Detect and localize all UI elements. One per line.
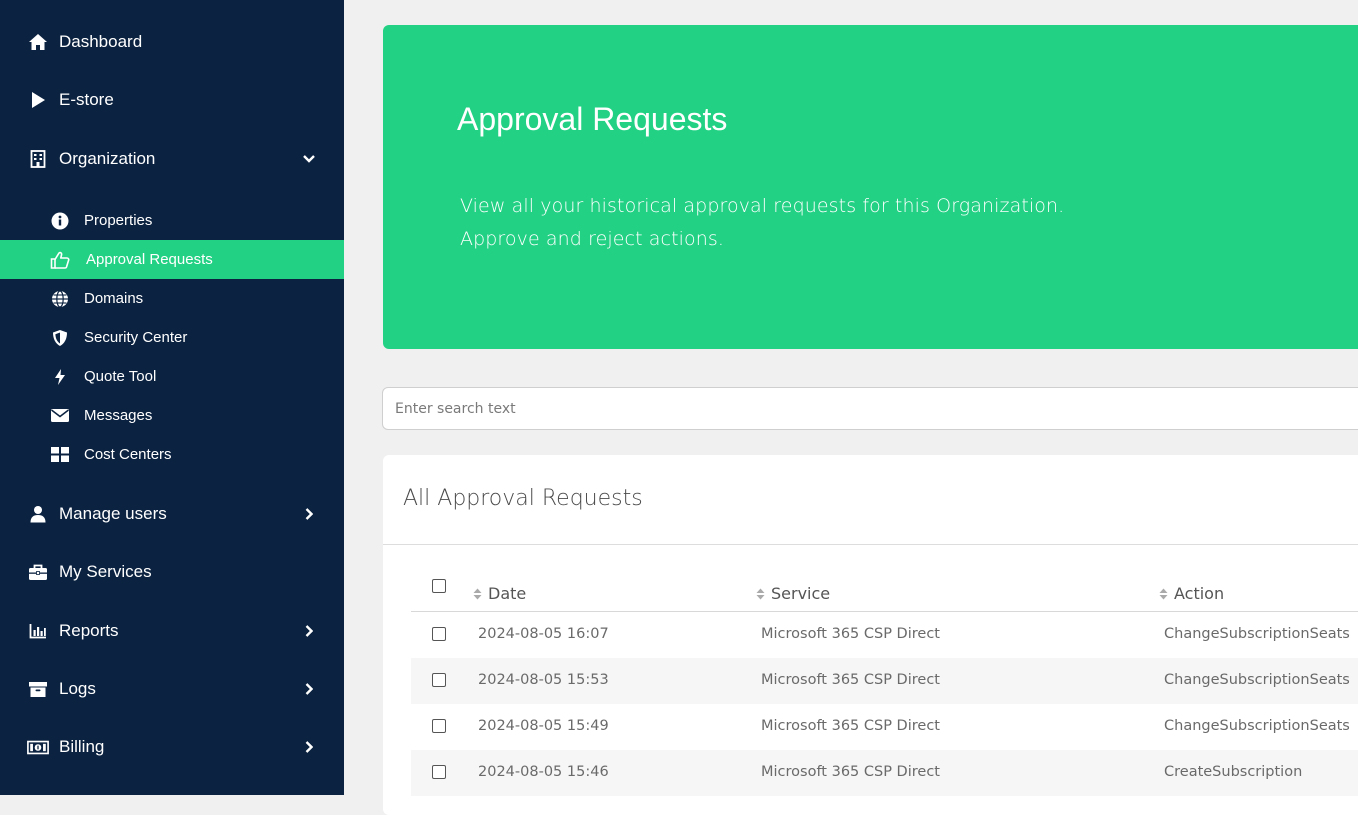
banner-description-line-1: View all your historical approval reques… [460, 195, 1065, 217]
row-checkbox[interactable] [432, 765, 446, 779]
cell-date: 2024-08-05 15:53 [478, 672, 609, 688]
sidebar-item-label: Reports [59, 621, 119, 640]
sidebar-item-estore[interactable]: E-store [0, 80, 344, 120]
select-all-checkbox[interactable] [432, 579, 446, 593]
cell-service: Microsoft 365 CSP Direct [761, 626, 940, 642]
cell-action: CreateSubscription [1164, 764, 1303, 780]
sidebar-item-organization[interactable]: Organization [0, 139, 344, 179]
card-divider [383, 544, 1358, 545]
cell-service: Microsoft 365 CSP Direct [761, 764, 940, 780]
money-icon [27, 736, 49, 758]
chevron-right-icon [302, 740, 316, 754]
table-row[interactable]: 2024-08-05 15:49 Microsoft 365 CSP Direc… [411, 704, 1358, 750]
sidebar-subitem-label: Security Center [84, 329, 188, 346]
sidebar: Dashboard E-store Organization Propertie… [0, 0, 344, 795]
bar-chart-icon [27, 620, 49, 642]
sidebar-subitem-label: Messages [84, 407, 153, 424]
sidebar-item-logs[interactable]: Logs [0, 669, 344, 709]
search-input[interactable] [393, 388, 1353, 429]
column-header-label: Action [1174, 584, 1225, 603]
sidebar-subitem-security-center[interactable]: Security Center [0, 318, 344, 357]
grid-icon [49, 444, 71, 466]
shield-icon [49, 327, 71, 349]
cell-date: 2024-08-05 15:49 [478, 718, 609, 734]
sidebar-subitem-approval-requests[interactable]: Approval Requests [0, 240, 344, 279]
sidebar-subitem-label: Approval Requests [86, 251, 213, 268]
table-row[interactable]: 2024-08-05 15:53 Microsoft 365 CSP Direc… [411, 658, 1358, 704]
play-icon [27, 89, 49, 111]
sort-icon [473, 588, 482, 599]
sidebar-item-reports[interactable]: Reports [0, 611, 344, 651]
building-icon [27, 148, 49, 170]
sidebar-item-label: Organization [59, 149, 156, 168]
briefcase-icon [27, 561, 49, 583]
column-header-label: Service [771, 584, 831, 603]
cell-action: ChangeSubscriptionSeats [1164, 718, 1350, 734]
page-banner: Approval Requests View all your historic… [383, 25, 1358, 349]
sidebar-subitem-label: Quote Tool [84, 368, 157, 385]
approval-requests-card: All Approval Requests Date Service Actio… [383, 455, 1358, 815]
globe-icon [49, 288, 71, 310]
cell-date: 2024-08-05 16:07 [478, 626, 609, 642]
info-icon [49, 210, 71, 232]
sidebar-subitem-label: Cost Centers [84, 446, 172, 463]
table-row[interactable]: 2024-08-05 15:46 Microsoft 365 CSP Direc… [411, 750, 1358, 796]
page-title: Approval Requests [457, 101, 728, 137]
card-title: All Approval Requests [403, 486, 643, 511]
sidebar-item-label: My Services [59, 562, 152, 581]
thumbs-up-icon [49, 249, 71, 271]
envelope-icon [49, 405, 71, 427]
search-box [382, 387, 1358, 430]
chevron-right-icon [302, 682, 316, 696]
row-checkbox[interactable] [432, 627, 446, 641]
banner-description-line-2: Approve and reject actions. [460, 228, 725, 250]
cell-service: Microsoft 365 CSP Direct [761, 718, 940, 734]
chevron-down-icon [302, 152, 316, 166]
cell-action: ChangeSubscriptionSeats [1164, 626, 1350, 642]
sidebar-subitem-messages[interactable]: Messages [0, 396, 344, 435]
sidebar-item-label: Logs [59, 679, 96, 698]
approval-requests-table: Date Service Action 2024-08-05 16:07 Mic… [411, 570, 1358, 796]
sidebar-subitem-properties[interactable]: Properties [0, 201, 344, 240]
sidebar-item-label: E-store [59, 90, 114, 109]
chevron-right-icon [302, 507, 316, 521]
user-icon [27, 503, 49, 525]
sort-icon [756, 588, 765, 599]
cell-action: ChangeSubscriptionSeats [1164, 672, 1350, 688]
sort-icon [1159, 588, 1168, 599]
sidebar-item-billing[interactable]: Billing [0, 727, 344, 767]
sidebar-subitem-label: Properties [84, 212, 153, 229]
sidebar-item-dashboard[interactable]: Dashboard [0, 22, 344, 62]
sidebar-item-label: Manage users [59, 504, 167, 523]
sidebar-subitem-quote-tool[interactable]: Quote Tool [0, 357, 344, 396]
sidebar-subitem-domains[interactable]: Domains [0, 279, 344, 318]
column-header-action[interactable]: Action [1159, 584, 1224, 603]
sidebar-item-label: Billing [59, 737, 105, 756]
bolt-icon [49, 366, 71, 388]
sidebar-item-label: Dashboard [59, 32, 143, 51]
column-header-service[interactable]: Service [756, 584, 830, 603]
row-checkbox[interactable] [432, 719, 446, 733]
sidebar-item-my-services[interactable]: My Services [0, 552, 344, 592]
table-header: Date Service Action [411, 570, 1358, 612]
column-header-label: Date [488, 584, 527, 603]
row-checkbox[interactable] [432, 673, 446, 687]
cell-date: 2024-08-05 15:46 [478, 764, 609, 780]
chevron-right-icon [302, 624, 316, 638]
cell-service: Microsoft 365 CSP Direct [761, 672, 940, 688]
sidebar-item-manage-users[interactable]: Manage users [0, 494, 344, 534]
sidebar-subitem-label: Domains [84, 290, 144, 307]
home-icon [27, 31, 49, 53]
sidebar-subitem-cost-centers[interactable]: Cost Centers [0, 435, 344, 474]
archive-icon [27, 678, 49, 700]
table-row[interactable]: 2024-08-05 16:07 Microsoft 365 CSP Direc… [411, 612, 1358, 658]
column-header-date[interactable]: Date [473, 584, 526, 603]
